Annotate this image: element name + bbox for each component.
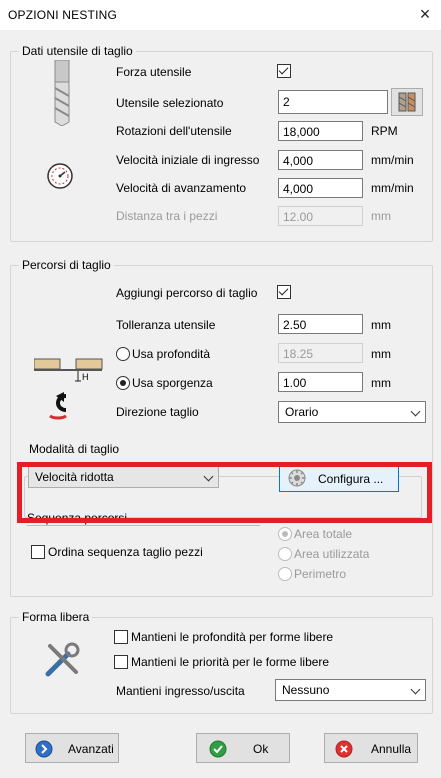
add-path-label: Aggiungi percorso di taglio: [116, 286, 258, 300]
seq-option-radio-2: [278, 567, 292, 581]
order-sequence-checkbox[interactable]: [31, 545, 45, 559]
selected-tool-input[interactable]: 2: [278, 90, 388, 114]
tool-library-icon: [398, 92, 416, 112]
seq-option-label-1: Area utilizzata: [294, 547, 370, 561]
cancel-label: Annulla: [371, 742, 412, 756]
free-form-title: Forma libera: [19, 610, 93, 624]
keep-entry-select-value: Nessuno: [282, 683, 330, 697]
entry-speed-input[interactable]: 4,000: [278, 150, 363, 170]
diagram-h-label: H: [82, 372, 89, 382]
check-icon: [209, 740, 227, 758]
sequence-divider: [27, 525, 260, 526]
selected-tool-label: Utensile selezionato: [116, 96, 224, 110]
arrow-right-icon: [35, 740, 53, 758]
add-path-checkbox[interactable]: [277, 285, 291, 299]
force-tool-label: Forza utensile: [116, 65, 192, 79]
use-overhang-label: Usa sporgenza: [132, 376, 213, 390]
cut-direction-icon: [49, 392, 67, 420]
seq-option-label-2: Perimetro: [294, 567, 347, 581]
entry-speed-label: Velocità iniziale di ingresso: [116, 153, 260, 167]
window-title: OPZIONI NESTING: [8, 8, 118, 22]
end-mill-icon: [54, 60, 70, 126]
seq-option-radio-0: [278, 527, 292, 541]
keep-entry-label: Mantieni ingresso/uscita: [116, 684, 245, 698]
tool-library-button[interactable]: [391, 88, 423, 116]
tolerance-unit: mm: [371, 318, 391, 332]
chevron-down-icon: [410, 684, 421, 695]
rotation-label: Rotazioni dell'utensile: [116, 124, 232, 138]
keep-depth-label: Mantieni le profondità per forme libere: [131, 630, 334, 644]
piece-distance-label: Distanza tra i pezzi: [116, 209, 218, 223]
highlight-box: [17, 462, 432, 523]
use-overhang-unit: mm: [371, 376, 391, 390]
direction-select-value: Orario: [285, 405, 319, 419]
feed-speed-unit: mm/min: [371, 181, 414, 195]
keep-depth-checkbox[interactable]: [114, 630, 128, 644]
cancel-icon: [335, 740, 353, 758]
use-depth-label: Usa profondità: [132, 347, 211, 361]
use-depth-radio[interactable]: [116, 347, 130, 361]
use-depth-unit: mm: [371, 347, 391, 361]
cut-paths-title: Percorsi di taglio: [19, 258, 114, 272]
advanced-label: Avanzati: [68, 742, 114, 756]
piece-distance-input: 12.00: [278, 206, 363, 226]
chevron-down-icon: [410, 406, 421, 417]
entry-speed-unit: mm/min: [371, 153, 414, 167]
keep-priority-label: Mantieni le priorità per le forme libere: [131, 655, 330, 669]
seq-option-label-0: Area totale: [294, 527, 353, 541]
use-depth-input: 18.25: [278, 343, 363, 363]
use-overhang-input[interactable]: 1.00: [278, 372, 363, 392]
rotation-unit: RPM: [371, 124, 398, 138]
ok-button[interactable]: Ok: [196, 733, 290, 763]
use-overhang-radio[interactable]: [116, 376, 130, 390]
tool-data-title: Dati utensile di taglio: [19, 44, 136, 58]
feed-speed-label: Velocità di avanzamento: [116, 181, 247, 195]
direction-select[interactable]: Orario: [278, 401, 426, 423]
direction-label: Direzione taglio: [116, 405, 199, 419]
cut-mode-title: Modalità di taglio: [29, 442, 120, 456]
seq-option-radio-1: [278, 547, 292, 561]
cancel-button[interactable]: Annulla: [324, 733, 418, 763]
force-tool-checkbox[interactable]: [277, 64, 291, 78]
close-icon[interactable]: ×: [415, 4, 435, 24]
tolerance-input[interactable]: 2.50: [278, 314, 363, 334]
speed-gauge-icon: [47, 163, 73, 189]
tolerance-label: Tolleranza utensile: [116, 318, 216, 332]
depth-diagram-icon: [34, 358, 103, 382]
tools-icon: [45, 642, 80, 677]
keep-priority-checkbox[interactable]: [114, 655, 128, 669]
rotation-input[interactable]: 18,000: [278, 121, 363, 141]
piece-distance-unit: mm: [371, 209, 391, 223]
advanced-button[interactable]: Avanzati: [25, 733, 119, 763]
order-sequence-label: Ordina sequenza taglio pezzi: [48, 545, 203, 559]
feed-speed-input[interactable]: 4,000: [278, 178, 363, 198]
ok-label: Ok: [253, 742, 269, 756]
keep-entry-select[interactable]: Nessuno: [275, 679, 426, 701]
